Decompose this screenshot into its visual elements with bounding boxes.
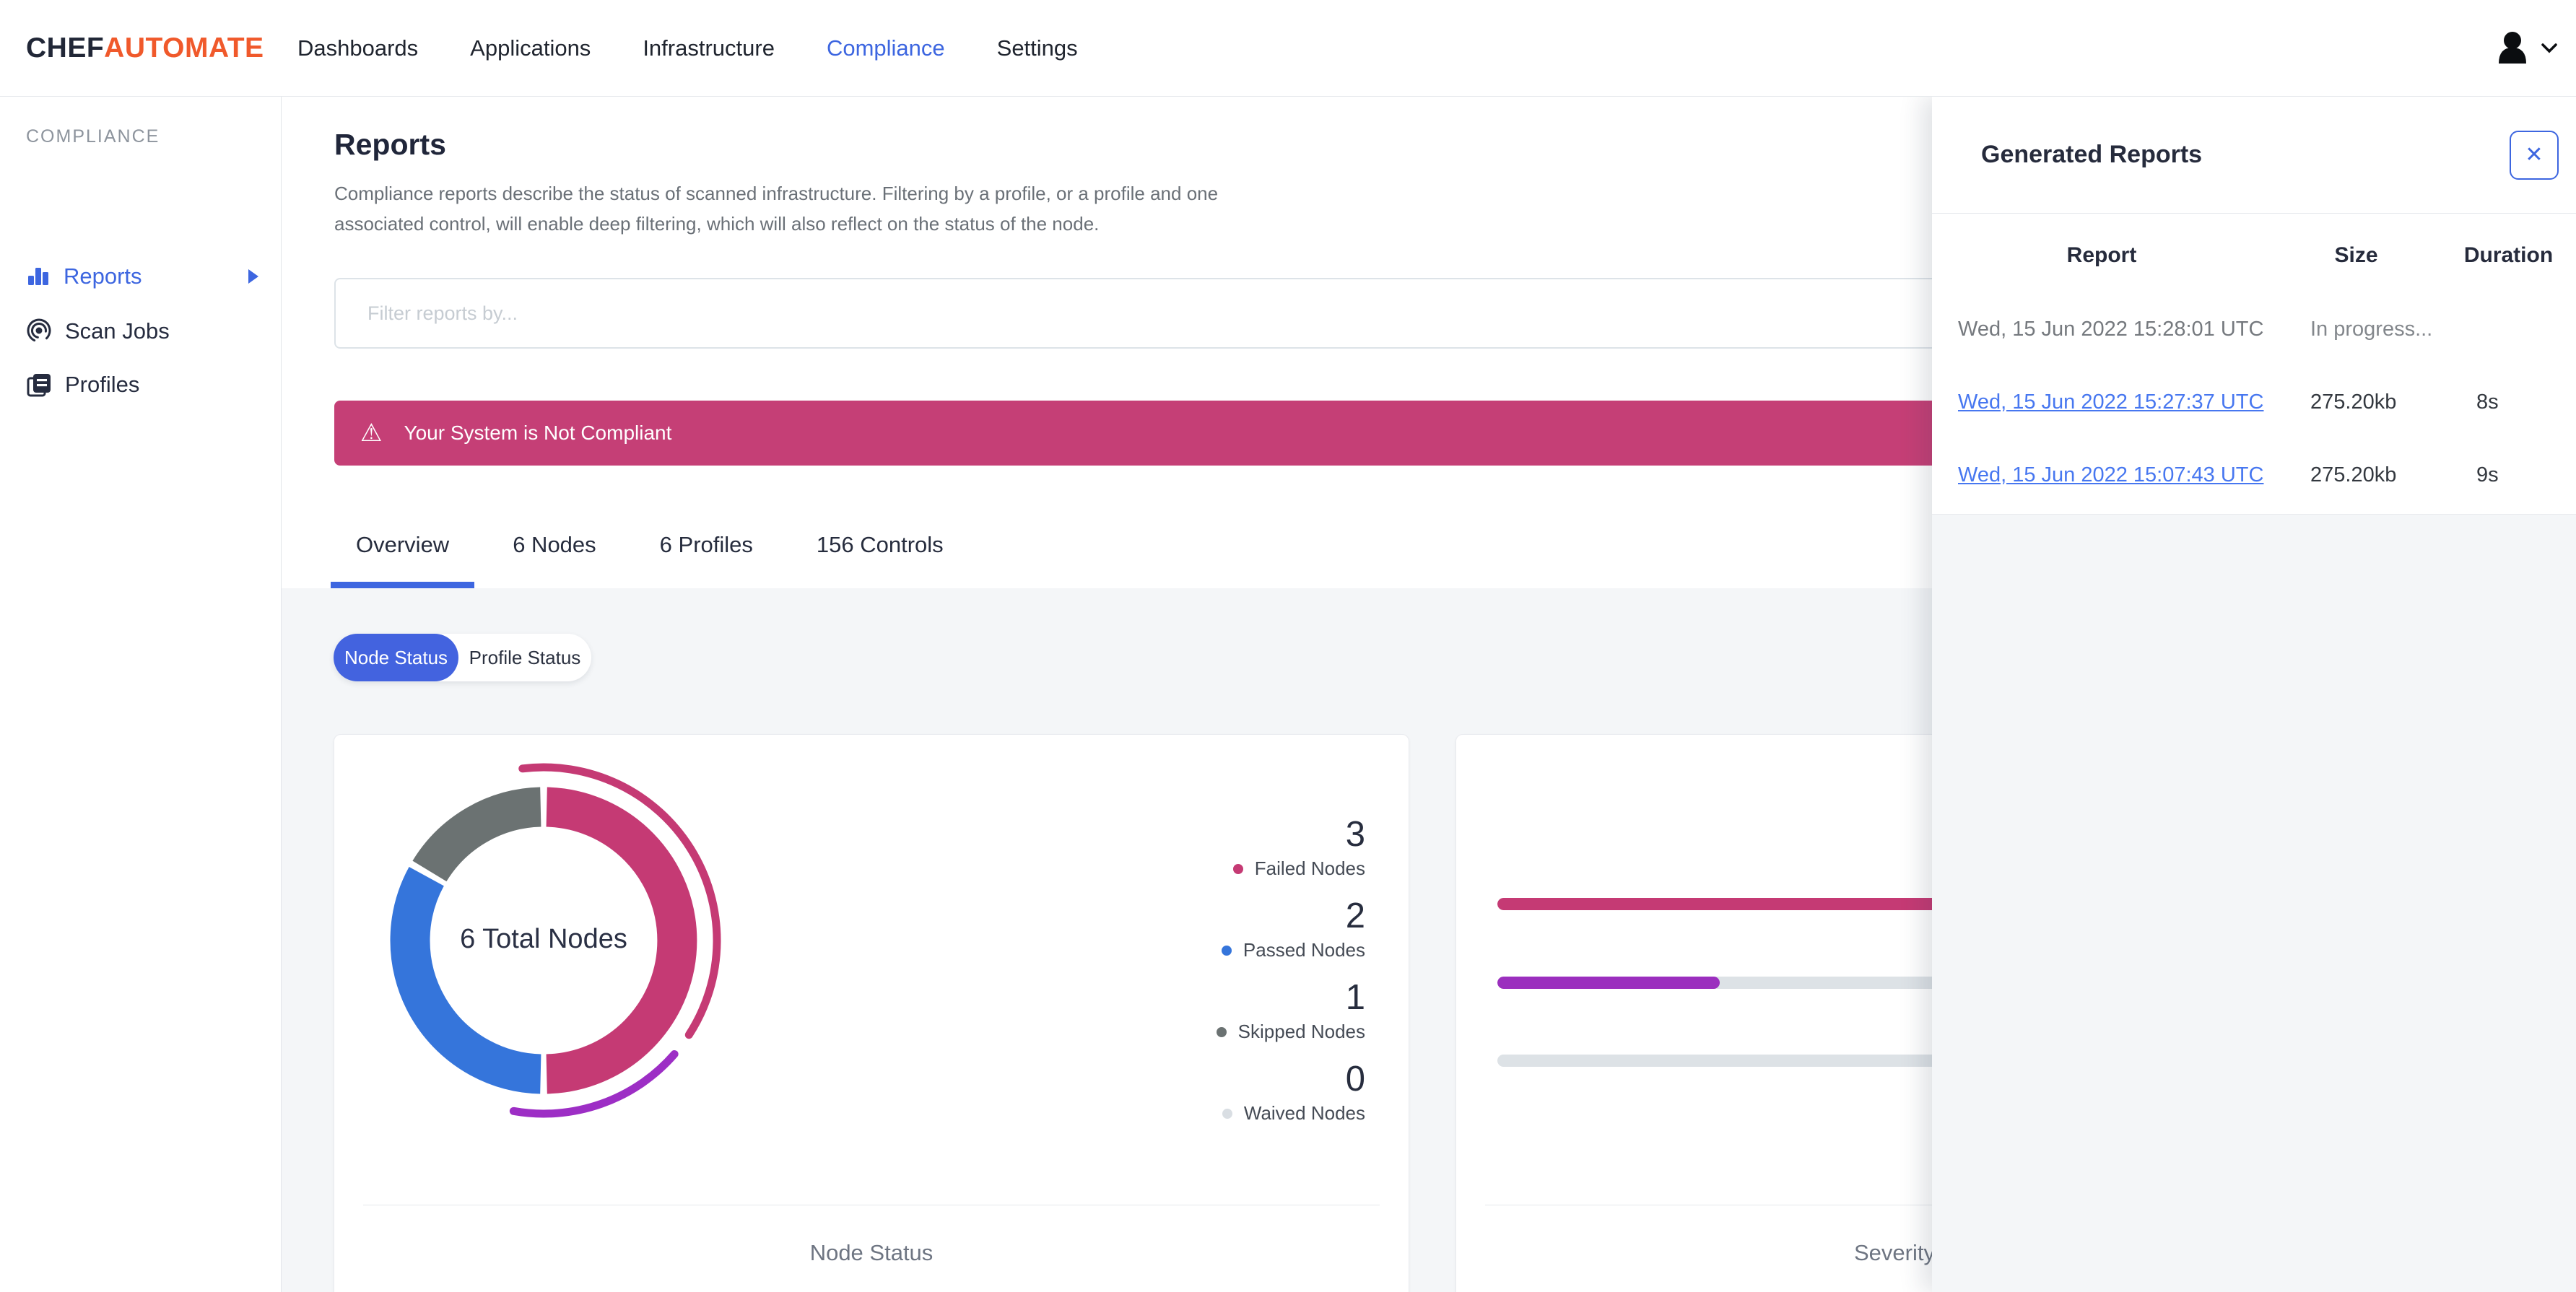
sidebar-section-label: COMPLIANCE xyxy=(26,126,160,147)
sidebar-item-profiles[interactable]: Profiles xyxy=(0,362,281,408)
legend-item-passed: 2 Passed Nodes xyxy=(1149,896,1365,961)
node-status-card: 6 Total Nodes 3 Failed Nodes 2 Passed No… xyxy=(334,734,1409,1292)
legend-label: Passed Nodes xyxy=(1243,939,1365,961)
failed-dot-icon xyxy=(1232,863,1243,874)
report-timestamp: Wed, 15 Jun 2022 15:28:01 UTC xyxy=(1958,318,2264,341)
report-download-link[interactable]: Wed, 15 Jun 2022 15:07:43 UTC xyxy=(1958,463,2263,486)
tab-overview[interactable]: Overview xyxy=(331,532,475,588)
chevron-down-icon xyxy=(2541,43,2557,53)
sidebar-item-label: Scan Jobs xyxy=(65,318,170,344)
page-title: Reports xyxy=(334,128,446,161)
sidebar-item-label: Profiles xyxy=(65,372,140,397)
legend-label: Skipped Nodes xyxy=(1237,1021,1365,1042)
report-size: 275.20kb xyxy=(2310,390,2397,414)
legend-item-waived: 0 Waived Nodes xyxy=(1149,1059,1365,1125)
tab-profiles[interactable]: 6 Profiles xyxy=(635,532,778,588)
node-status-caption: Node Status xyxy=(809,1240,934,1265)
close-drawer-button[interactable]: ✕ xyxy=(2510,130,2559,180)
waived-dot-icon xyxy=(1222,1108,1232,1119)
nav-infrastructure[interactable]: Infrastructure xyxy=(643,35,775,61)
top-navigation: Dashboards Applications Infrastructure C… xyxy=(297,0,1078,96)
legend-item-skipped: 1 Skipped Nodes xyxy=(1149,977,1365,1043)
legend-label: Waived Nodes xyxy=(1243,1102,1365,1124)
nav-dashboards[interactable]: Dashboards xyxy=(297,35,418,61)
report-duration: 8s xyxy=(2476,390,2499,414)
node-status-toggle-button[interactable]: Node Status xyxy=(334,634,458,681)
logo-chef: CHEF xyxy=(26,32,105,64)
profile-status-toggle-button[interactable]: Profile Status xyxy=(458,634,591,681)
report-table-header: Report Size Duration xyxy=(1932,227,2576,284)
donut-center-label: 6 Total Nodes xyxy=(460,924,627,954)
nav-settings[interactable]: Settings xyxy=(997,35,1078,61)
report-size: 275.20kb xyxy=(2310,463,2397,486)
table-row: Wed, 15 Jun 2022 15:28:01 UTC In progres… xyxy=(1932,293,2576,366)
radar-scan-icon xyxy=(26,318,52,344)
report-size: In progress... xyxy=(2310,318,2433,341)
nav-compliance[interactable]: Compliance xyxy=(827,35,945,61)
node-status-legend: 3 Failed Nodes 2 Passed Nodes 1 Skipped … xyxy=(1149,814,1365,1140)
tab-controls[interactable]: 156 Controls xyxy=(791,532,969,588)
nav-applications[interactable]: Applications xyxy=(470,35,591,61)
chevron-right-icon xyxy=(246,268,261,285)
waived-count: 0 xyxy=(1345,1060,1365,1099)
table-row: Wed, 15 Jun 2022 15:27:37 UTC 275.20kb 8… xyxy=(1932,366,2576,439)
status-toggle: Node Status Profile Status xyxy=(334,634,591,681)
drawer-header: Generated Reports ✕ xyxy=(1932,97,2576,214)
generated-reports-drawer: Generated Reports ✕ Report Size Duration… xyxy=(1932,97,2576,1292)
report-table-body: Wed, 15 Jun 2022 15:28:01 UTC In progres… xyxy=(1932,293,2576,512)
skipped-dot-icon xyxy=(1216,1026,1227,1037)
user-icon xyxy=(2495,31,2530,66)
page-description: Compliance reports describe the status o… xyxy=(334,183,1219,235)
logo-automate: AUTOMATE xyxy=(104,32,264,64)
report-tabs: Overview 6 Nodes 6 Profiles 156 Controls xyxy=(331,532,969,588)
sidebar-item-scan-jobs[interactable]: Scan Jobs xyxy=(0,308,281,354)
warning-icon: ⚠ xyxy=(360,419,383,447)
sidebar-item-reports[interactable]: Reports xyxy=(0,253,281,300)
failed-count: 3 xyxy=(1345,815,1365,854)
passed-dot-icon xyxy=(1221,945,1232,956)
passed-count: 2 xyxy=(1345,896,1365,935)
user-menu[interactable] xyxy=(2495,0,2557,96)
chef-automate-logo[interactable]: CHEF AUTOMATE xyxy=(26,0,264,96)
column-duration: Duration xyxy=(2463,243,2554,267)
sidebar-item-label: Reports xyxy=(64,263,142,289)
compliance-sidebar: COMPLIANCE Reports Scan Jobs Profiles xyxy=(0,96,282,1292)
column-size: Size xyxy=(2334,243,2378,267)
legend-label: Failed Nodes xyxy=(1254,857,1365,879)
legend-item-failed: 3 Failed Nodes xyxy=(1149,814,1365,880)
drawer-title: Generated Reports xyxy=(1981,141,2203,168)
documents-icon xyxy=(26,372,52,398)
column-report: Report xyxy=(2066,243,2137,267)
banner-text: Your System is Not Compliant xyxy=(404,422,672,444)
chef-automate-app: CHEF AUTOMATE Dashboards Applications Inf… xyxy=(0,0,2576,1292)
table-row: Wed, 15 Jun 2022 15:07:43 UTC 275.20kb 9… xyxy=(1932,439,2576,512)
top-bar: CHEF AUTOMATE Dashboards Applications Inf… xyxy=(0,0,2576,97)
bar-chart-icon xyxy=(26,264,51,289)
report-duration: 9s xyxy=(2476,463,2499,486)
tab-nodes[interactable]: 6 Nodes xyxy=(487,532,621,588)
skipped-count: 1 xyxy=(1345,978,1365,1017)
report-download-link[interactable]: Wed, 15 Jun 2022 15:27:37 UTC xyxy=(1958,390,2263,414)
